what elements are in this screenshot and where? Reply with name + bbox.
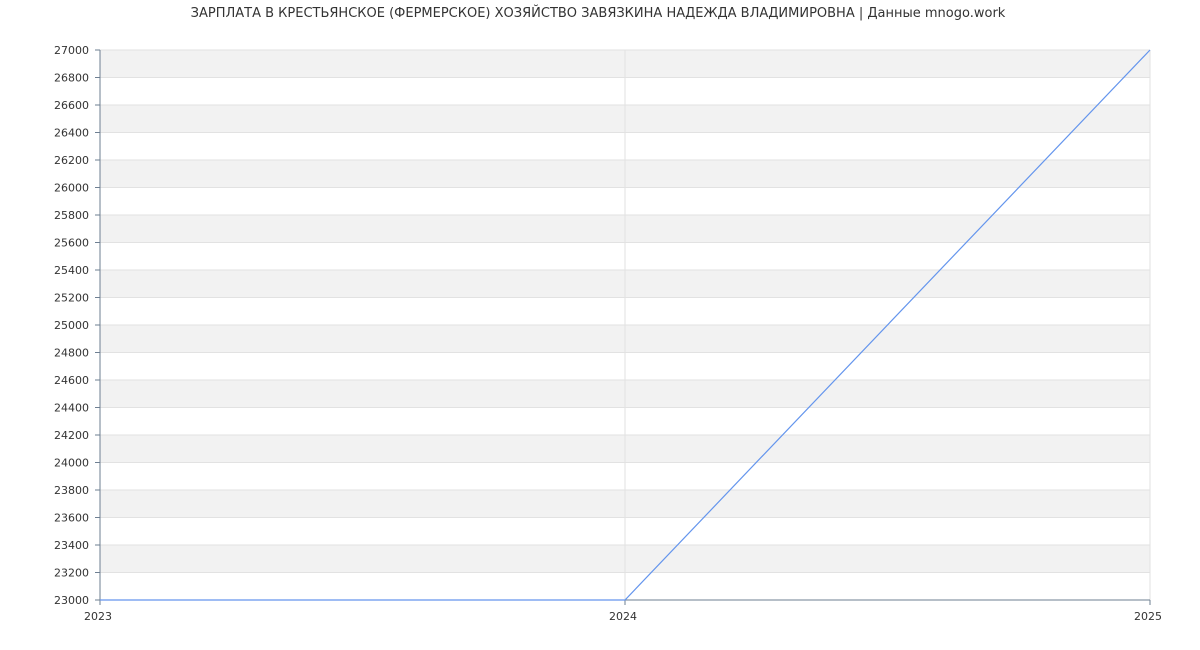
y-tick-label: 26800 (54, 72, 89, 85)
y-tick-label: 23400 (54, 539, 89, 552)
x-tick-label: 2024 (609, 610, 637, 623)
y-tick-label: 25000 (54, 319, 89, 332)
y-tick-label: 26200 (54, 154, 89, 167)
x-tick-label: 2025 (1134, 610, 1162, 623)
y-tick-label: 23800 (54, 484, 89, 497)
x-tick-labels: 2023 2024 2025 (84, 610, 1162, 623)
y-tick-label: 24400 (54, 402, 89, 415)
y-tick-label: 25400 (54, 264, 89, 277)
y-tick-label: 26400 (54, 127, 89, 140)
y-tick-label: 23000 (54, 594, 89, 607)
y-tick-label: 24000 (54, 457, 89, 470)
y-tick-label: 23600 (54, 512, 89, 525)
y-tick-labels: 23000 23200 23400 23600 23800 24000 24200 24400… (54, 44, 89, 607)
y-tick-label: 25800 (54, 209, 89, 222)
grid-lines (99, 49, 1151, 601)
y-tick-label: 26600 (54, 99, 89, 112)
y-tick-label: 25200 (54, 292, 89, 305)
y-tick-label: 23200 (54, 567, 89, 580)
y-tick-label: 24600 (54, 374, 89, 387)
x-tick-label: 2023 (84, 610, 112, 623)
y-tick-label: 26000 (54, 182, 89, 195)
y-tick-label: 24800 (54, 347, 89, 360)
y-tick-label: 27000 (54, 44, 89, 57)
line-chart: 23000 23200 23400 23600 23800 24000 24200 24400… (54, 44, 1162, 623)
y-tick-label: 24200 (54, 429, 89, 442)
y-tick-label: 25600 (54, 237, 89, 250)
